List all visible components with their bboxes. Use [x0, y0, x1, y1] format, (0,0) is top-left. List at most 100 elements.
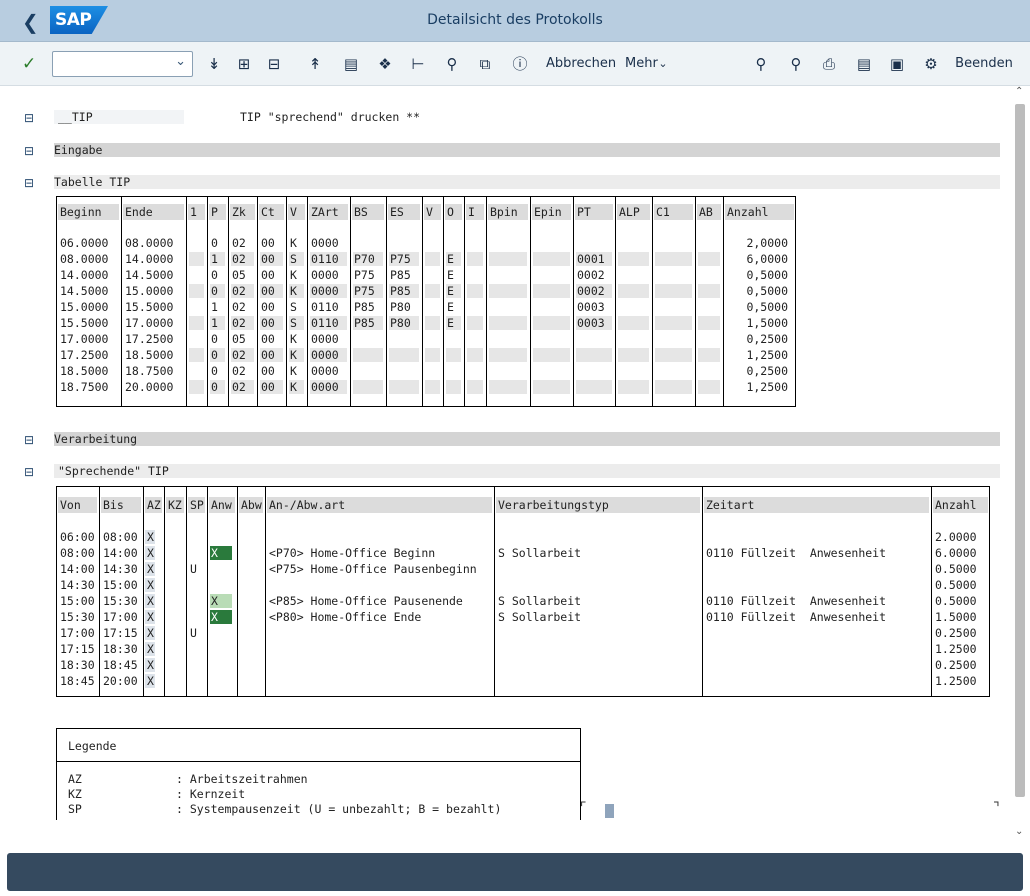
table-cell-bg	[467, 332, 483, 346]
table-cell: <P70> Home-Office Beginn	[269, 546, 436, 560]
tabelle-tip-label[interactable]: Tabelle TIP	[54, 175, 130, 189]
window-icon[interactable]: ▣	[886, 42, 908, 86]
column-divider	[702, 486, 703, 697]
table-cell-bg	[489, 252, 527, 266]
search-next-icon[interactable]: ⚲	[785, 42, 807, 86]
column-header-label: C1	[656, 205, 670, 219]
table-cell: 02	[232, 348, 246, 362]
table-cell: X	[147, 674, 154, 688]
table-cell-bg	[189, 300, 204, 314]
column-header-label: P	[211, 205, 218, 219]
window-new-icon[interactable]: ▤	[853, 42, 875, 86]
expand-all-icon[interactable]: ↡	[203, 42, 225, 86]
table-cell-bg	[698, 268, 720, 282]
table-cell-bg	[698, 364, 720, 378]
table-cell: K	[290, 236, 297, 250]
column-divider	[464, 196, 465, 407]
table-cell-bg	[533, 252, 570, 266]
scroll-down-icon[interactable]: ⌄	[1015, 826, 1023, 837]
table-cell: 15.5000	[60, 316, 109, 330]
table-cell: 0003	[577, 316, 605, 330]
table-cell: 0110 Füllzeit Anwesenheit	[706, 546, 887, 560]
table-cell: 1.2500	[935, 674, 977, 688]
table-cell-bg	[489, 236, 527, 250]
print-preview-icon[interactable]: ▤	[340, 42, 362, 86]
table-cell-bg	[698, 380, 720, 394]
selection-corner-icon: ⌝	[993, 800, 1000, 816]
column-divider	[350, 196, 351, 407]
tip-node-label[interactable]: __TIP	[58, 110, 93, 124]
table-cell-bg	[576, 364, 612, 378]
node-collapse-icon[interactable]: ⊟	[24, 112, 38, 124]
sprechende-tip-label[interactable]: "Sprechende" TIP	[58, 464, 169, 478]
print-icon[interactable]: ⎙	[818, 42, 840, 86]
cancel-button[interactable]: Abbrechen	[546, 42, 616, 86]
table-cell-bg	[353, 348, 383, 362]
collapse-icon[interactable]: ⊟	[263, 42, 285, 86]
copy-icon[interactable]: ⧉	[474, 42, 496, 86]
table-cell: 20:00	[103, 674, 138, 688]
table-cell-bg	[189, 332, 204, 346]
table-cell: K	[290, 284, 297, 298]
selection-corner-icon: ⌜	[580, 800, 587, 816]
collapse-all-icon[interactable]: ↟	[304, 42, 326, 86]
table-cell: 0003	[577, 300, 605, 314]
table-cell: 1.2500	[935, 642, 977, 656]
table-cell-bg	[425, 364, 440, 378]
column-divider	[931, 486, 932, 697]
table-cell-bg	[189, 284, 204, 298]
table-cell: P85	[390, 268, 411, 282]
check-icon[interactable]: ✓	[22, 42, 36, 86]
table-cell-bg	[655, 252, 692, 266]
table-cell: E	[447, 300, 454, 314]
column-divider	[186, 196, 187, 407]
table-cell-bg	[655, 268, 692, 282]
sprechende-table	[56, 486, 990, 697]
table-cell-bg	[189, 316, 204, 330]
column-divider	[723, 196, 724, 407]
table-cell: 02	[232, 284, 246, 298]
hierarchy-icon[interactable]: ⊢	[407, 42, 429, 86]
eingabe-label[interactable]: Eingabe	[54, 143, 102, 157]
table-cell: 00	[261, 252, 275, 266]
column-header-label: Bis	[103, 498, 124, 512]
scrollbar-thumb[interactable]	[1015, 104, 1025, 797]
column-header-label: KZ	[168, 498, 182, 512]
node-collapse-icon[interactable]: ⊟	[24, 434, 38, 446]
column-header-label: Bpin	[490, 205, 518, 219]
info-icon[interactable]: ⓘ	[509, 42, 531, 86]
table-cell: 08.0000	[60, 252, 109, 266]
table-cell: 1	[211, 316, 218, 330]
table-cell: 0	[211, 284, 218, 298]
vertical-scrollbar[interactable]: ⌃ ⌄	[1012, 86, 1030, 850]
settings-icon[interactable]: ❖	[374, 42, 396, 86]
search-plus-icon[interactable]: ⚲	[441, 42, 463, 86]
command-field[interactable]: ⌄	[52, 51, 193, 77]
table-cell-bg	[189, 236, 204, 250]
table-cell-bg	[389, 364, 419, 378]
node-collapse-icon[interactable]: ⊟	[24, 466, 38, 478]
chevron-down-icon[interactable]: ⌄	[175, 54, 186, 69]
search-icon[interactable]: ⚲	[750, 42, 772, 86]
table-cell: P80	[390, 316, 411, 330]
exit-button[interactable]: Beenden	[955, 42, 1013, 86]
table-cell-bg	[353, 332, 383, 346]
chevron-down-icon[interactable]: ⌄	[656, 42, 670, 86]
node-collapse-icon[interactable]: ⊟	[24, 145, 38, 157]
column-header-label: AZ	[147, 498, 161, 512]
verarbeitung-label[interactable]: Verarbeitung	[54, 432, 137, 446]
node-collapse-icon[interactable]: ⊟	[24, 177, 38, 189]
column-divider	[494, 486, 495, 697]
table-cell: 15:00	[103, 578, 138, 592]
text-cursor	[605, 804, 614, 818]
expand-icon[interactable]: ⊞	[233, 42, 255, 86]
table-cell: X	[147, 594, 154, 608]
eingabe-bar	[54, 143, 1000, 157]
customize-icon[interactable]: ⚙	[920, 42, 942, 86]
table-cell-bg	[389, 236, 419, 250]
table-cell-bg	[489, 268, 527, 282]
table-cell: 1	[211, 252, 218, 266]
scroll-up-icon[interactable]: ⌃	[1015, 86, 1023, 97]
table-cell: X	[147, 642, 154, 656]
table-cell: 0110	[311, 300, 339, 314]
